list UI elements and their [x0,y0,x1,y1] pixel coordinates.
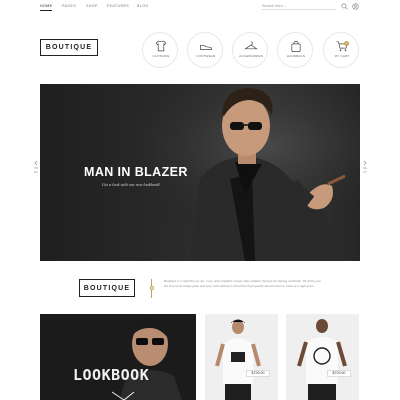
cart-count-badge: 0 [344,41,349,46]
category-label: HANDBAGS [286,54,306,58]
product-price: $729.00 [327,370,351,377]
product-card[interactable]: $729.00 [205,314,278,400]
lookbook-title: LOOKBOOK [73,366,150,384]
nav-home[interactable]: HOME [40,4,52,8]
product-price: $729.00 [246,370,270,377]
product-card[interactable]: $729.00 [286,314,359,400]
nav-shop[interactable]: SHOP [86,4,98,8]
about-text: Boutique is a reflection of our 's ecy a… [164,279,321,289]
bag-icon [291,40,301,52]
category-accessories[interactable]: ACCESSORIES [232,32,268,68]
search-icon[interactable] [341,3,348,10]
product-image [215,319,261,400]
about-divider-dot [149,285,154,290]
slider-prev-label: PREV [33,166,39,174]
nav-active-underline [40,10,52,11]
product-image [297,319,347,400]
user-icon[interactable] [352,3,359,10]
hero-title: MAN IN BLAZER [84,165,188,179]
nav-features[interactable]: FEATURES [107,4,129,8]
tshirt-icon [155,40,167,52]
category-label: ACCESSORIES [239,54,263,58]
category-label: FOOTWEAR [196,54,216,58]
hero-subtitle: Get a look with our new lookbook! [102,182,161,187]
lookbook-banner[interactable]: LOOKBOOK [40,314,196,400]
shoe-icon [200,44,212,50]
category-label: CLOTHING [152,54,170,58]
hanger-icon [244,41,258,50]
top-nav: HOME PAGES SHOP FEATURES BLOG [0,0,400,14]
hero-slider[interactable]: MAN IN BLAZER Get a look with our new lo… [40,84,360,261]
site-logo[interactable]: BOUTIQUE [40,39,98,56]
category-footwear[interactable]: FOOTWEAR [187,32,223,68]
lookbook-model-image [111,319,182,400]
nav-pages[interactable]: PAGES [62,4,76,8]
slider-next-button[interactable]: NEXT [362,160,368,188]
nav-blog[interactable]: BLOG [137,4,149,8]
category-my-cart[interactable]: 0 MY CART [323,32,359,68]
slider-next-label: NEXT [362,166,368,174]
about-logo: BOUTIQUE [79,279,135,297]
slider-prev-button[interactable]: PREV [33,160,39,188]
category-label: MY CART [334,54,350,58]
search-input[interactable] [262,2,336,10]
category-clothing[interactable]: CLOTHING [142,32,178,68]
category-handbags[interactable]: HANDBAGS [277,32,313,68]
